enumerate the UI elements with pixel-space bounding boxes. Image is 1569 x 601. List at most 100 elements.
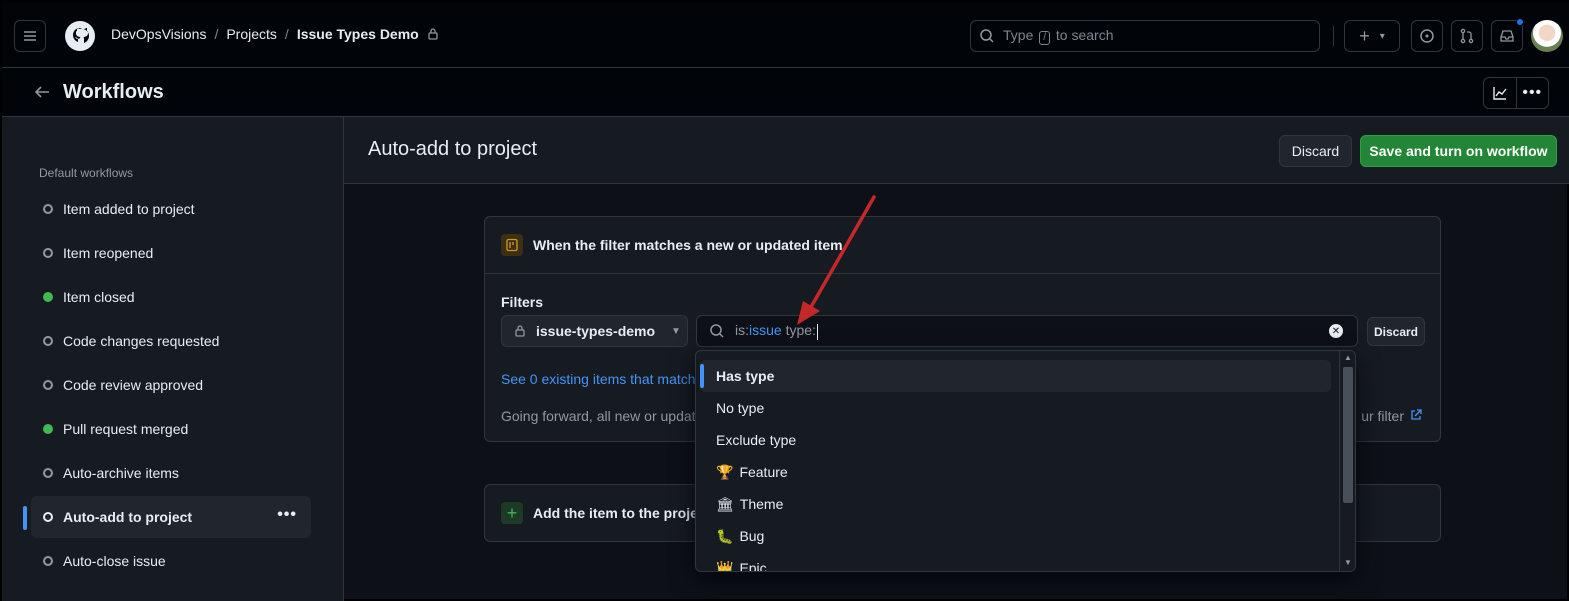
sidebar-item-auto-archive[interactable]: Auto-archive items bbox=[31, 452, 311, 494]
suggestion-option[interactable]: 🐛 Bug bbox=[700, 520, 1331, 552]
status-dot-icon bbox=[43, 468, 53, 478]
filter-query: is:issue type: bbox=[735, 322, 818, 340]
header-actions: ••• bbox=[1483, 77, 1549, 109]
sidebar-item-auto-add[interactable]: Auto-add to project ••• bbox=[31, 496, 311, 538]
trophy-icon: 🏆 bbox=[716, 463, 734, 480]
suggestion-option[interactable]: No type bbox=[700, 392, 1331, 424]
going-forward-text: Going forward, all new or updat bbox=[501, 408, 696, 424]
repository-select[interactable]: issue-types-demo ▼ bbox=[501, 315, 688, 347]
trigger-card-header: When the filter matches a new or updated… bbox=[485, 217, 1440, 274]
repository-name: issue-types-demo bbox=[536, 323, 656, 339]
status-dot-icon bbox=[43, 424, 53, 434]
insights-button[interactable] bbox=[1484, 78, 1517, 108]
classical-building-icon: 🏛 bbox=[716, 495, 734, 512]
dropdown-scrollbar[interactable]: ▲ ▼ bbox=[1339, 351, 1355, 571]
suggestion-label: Feature bbox=[739, 464, 788, 480]
suggestion-label: Epic bbox=[739, 560, 767, 572]
discard-button[interactable]: Discard bbox=[1279, 135, 1352, 167]
sidebar-item-code-changes-requested[interactable]: Code changes requested bbox=[31, 320, 311, 362]
suggestion-label: Exclude type bbox=[716, 432, 797, 448]
scroll-up-icon[interactable]: ▲ bbox=[1344, 353, 1352, 362]
breadcrumb-separator: / bbox=[214, 26, 219, 42]
status-dot-icon bbox=[43, 248, 53, 258]
filter-help-text: ur filter bbox=[1361, 408, 1404, 424]
scroll-down-icon[interactable]: ▼ bbox=[1344, 558, 1352, 567]
pull-requests-button[interactable] bbox=[1451, 20, 1483, 52]
create-new-button[interactable]: + ▾ bbox=[1344, 20, 1400, 52]
git-pull-request-icon bbox=[1460, 28, 1474, 44]
arrow-left-icon[interactable] bbox=[32, 82, 52, 102]
crown-icon: 👑 bbox=[716, 559, 734, 572]
link-external-icon bbox=[1410, 408, 1422, 424]
breadcrumb-project[interactable]: Issue Types Demo bbox=[297, 26, 419, 42]
filter-suggestions-dropdown: Has type No type Exclude type 🏆 Feature 🏛… bbox=[695, 350, 1356, 572]
filter-discard-button[interactable]: Discard bbox=[1367, 317, 1425, 346]
search-shortcut-key: / bbox=[1039, 31, 1051, 45]
lock-icon bbox=[515, 325, 525, 337]
action-text: Add the item to the proje bbox=[533, 505, 698, 521]
project-icon bbox=[501, 234, 523, 256]
workflows-header: Workflows ••• bbox=[2, 68, 1569, 117]
issue-opened-icon bbox=[1420, 29, 1434, 43]
breadcrumb-org[interactable]: DevOpsVisions bbox=[111, 26, 206, 42]
bug-icon: 🐛 bbox=[716, 527, 734, 544]
status-dot-icon bbox=[43, 336, 53, 346]
page-title: Workflows bbox=[63, 81, 164, 103]
avatar[interactable] bbox=[1531, 20, 1563, 52]
sidebar-section-title: Default workflows bbox=[39, 166, 134, 180]
workflow-title: Auto-add to project bbox=[368, 138, 537, 160]
suggestion-label: Theme bbox=[739, 496, 784, 512]
notification-indicator bbox=[1516, 18, 1524, 26]
graph-icon bbox=[1493, 87, 1507, 100]
matching-items-link[interactable]: See 0 existing items that match bbox=[501, 371, 696, 387]
scrollbar-thumb[interactable] bbox=[1343, 367, 1353, 503]
filters-label: Filters bbox=[501, 294, 544, 310]
save-and-turn-on-button[interactable]: Save and turn on workflow bbox=[1360, 135, 1557, 167]
sidebar-item-label: Item added to project bbox=[63, 201, 195, 217]
more-options-button[interactable]: ••• bbox=[1517, 78, 1549, 108]
kebab-horizontal-icon: ••• bbox=[1522, 84, 1543, 101]
search-input[interactable]: Type / to search bbox=[970, 20, 1320, 52]
header-divider bbox=[1333, 26, 1334, 46]
sidebar-item-label: Auto-close issue bbox=[63, 553, 166, 569]
breadcrumb-separator: / bbox=[284, 26, 289, 42]
suggestion-option[interactable]: 🏛 Theme bbox=[700, 488, 1331, 520]
sidebar-item-label: Item reopened bbox=[63, 245, 154, 261]
kebab-horizontal-icon[interactable]: ••• bbox=[277, 506, 297, 524]
workflow-header: Auto-add to project Discard Save and tur… bbox=[344, 117, 1569, 184]
clear-filter-icon[interactable]: ✕ bbox=[1329, 324, 1343, 338]
caret-down-icon: ▼ bbox=[671, 325, 681, 337]
filter-help-link[interactable]: ur filter bbox=[1361, 408, 1422, 424]
suggestion-option[interactable]: 👑 Epic bbox=[700, 552, 1331, 572]
status-dot-icon bbox=[43, 512, 53, 522]
sidebar-item-label: Auto-archive items bbox=[63, 465, 179, 481]
sidebar-item-auto-close[interactable]: Auto-close issue bbox=[31, 540, 311, 582]
sidebar-item-item-reopened[interactable]: Item reopened bbox=[31, 232, 311, 274]
sidebar-item-pull-request-merged[interactable]: Pull request merged bbox=[31, 408, 311, 450]
global-header: DevOpsVisions / Projects / Issue Types D… bbox=[2, 2, 1569, 68]
search-placeholder: Type / to search bbox=[1003, 27, 1114, 45]
filter-input[interactable]: is:issue type: ✕ bbox=[696, 315, 1358, 347]
status-dot-icon bbox=[43, 380, 53, 390]
suggestion-option[interactable]: 🏆 Feature bbox=[700, 456, 1331, 488]
suggestion-option[interactable]: Has type bbox=[700, 360, 1331, 392]
suggestion-option[interactable]: Exclude type bbox=[700, 424, 1331, 456]
github-logo-icon[interactable] bbox=[64, 20, 96, 52]
breadcrumb-projects[interactable]: Projects bbox=[226, 26, 277, 42]
suggestion-label: Bug bbox=[739, 528, 765, 544]
plus-icon: + bbox=[1359, 25, 1370, 46]
plus-icon: + bbox=[501, 502, 523, 524]
sidebar-item-label: Code review approved bbox=[63, 377, 204, 393]
chevron-down-icon: ▾ bbox=[1379, 30, 1385, 42]
search-icon bbox=[980, 29, 994, 43]
suggestion-label: No type bbox=[716, 400, 765, 416]
sidebar-item-code-review-approved[interactable]: Code review approved bbox=[31, 364, 311, 406]
sidebar-item-item-added[interactable]: Item added to project bbox=[31, 188, 311, 230]
menu-icon[interactable] bbox=[14, 20, 46, 52]
issues-button[interactable] bbox=[1411, 20, 1443, 52]
suggestion-label: Has type bbox=[716, 368, 775, 384]
sidebar-item-label: Item closed bbox=[63, 289, 135, 305]
workflows-sidebar: Default workflows Item added to project … bbox=[2, 117, 344, 601]
sidebar-item-item-closed[interactable]: Item closed bbox=[31, 276, 311, 318]
inbox-icon bbox=[1500, 30, 1514, 42]
